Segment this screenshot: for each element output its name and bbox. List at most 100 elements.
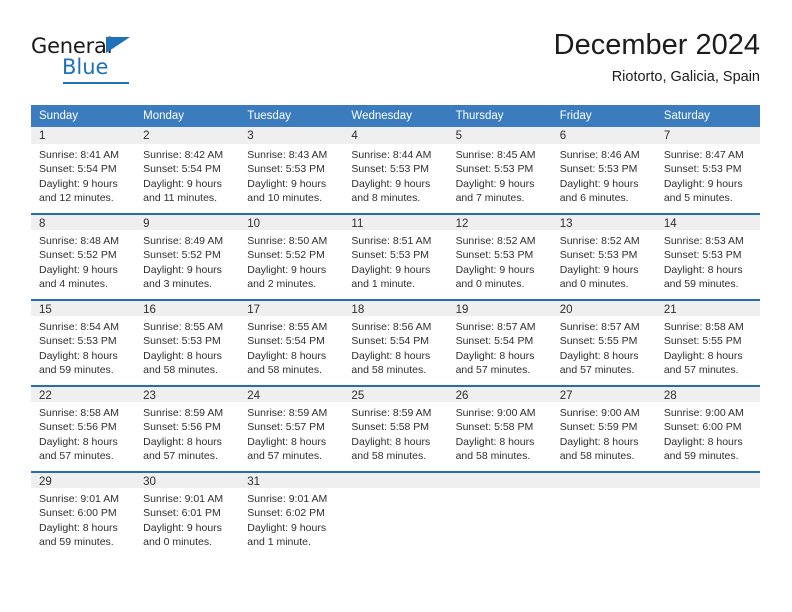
- sunset-text: Sunset: 5:54 PM: [247, 335, 325, 348]
- calendar-day-cell[interactable]: 31 Sunrise: 9:01 AM Sunset: 6:02 PM Dayligh…: [239, 471, 344, 557]
- daylight-text-line2: and 57 minutes.: [455, 363, 531, 376]
- calendar-day-cell[interactable]: 7 Sunrise: 8:47 AM Sunset: 5:53 PM Daylight…: [655, 127, 760, 213]
- calendar-day-cell[interactable]: 22 Sunrise: 8:58 AM Sunset: 5:56 PM Dayligh…: [31, 385, 136, 471]
- daylight-text-line1: Daylight: 8 hours: [247, 349, 327, 362]
- calendar-day-cell[interactable]: 1 Sunrise: 8:41 AM Sunset: 5:54 PM Daylight…: [31, 127, 136, 213]
- calendar-day-cell[interactable]: [343, 471, 448, 557]
- day-number: 10: [239, 213, 344, 230]
- sunset-text: Sunset: 5:53 PM: [351, 163, 430, 176]
- calendar-day-cell[interactable]: 11 Sunrise: 8:51 AM Sunset: 5:53 PM Dayligh…: [343, 213, 448, 299]
- sunrise-text: Sunrise: 8:47 AM: [663, 149, 744, 161]
- daylight-text-line1: Daylight: 9 hours: [559, 177, 639, 190]
- daylight-text-line2: and 58 minutes.: [351, 363, 427, 376]
- sunset-text: Sunset: 5:57 PM: [247, 421, 325, 434]
- calendar-day-cell[interactable]: 8 Sunrise: 8:48 AM Sunset: 5:52 PM Daylight…: [31, 213, 136, 299]
- sunrise-text: Sunrise: 8:41 AM: [39, 149, 119, 161]
- sunrise-text: Sunrise: 9:00 AM: [455, 407, 536, 419]
- triangle-icon: [106, 37, 130, 53]
- daylight-text-line2: and 57 minutes.: [663, 363, 739, 376]
- calendar-day-cell[interactable]: 3 Sunrise: 8:43 AM Sunset: 5:53 PM Daylight…: [239, 127, 344, 213]
- daylight-text-line1: Daylight: 8 hours: [663, 349, 743, 362]
- weekday-header-monday: Monday: [135, 105, 240, 127]
- calendar-day-cell[interactable]: [447, 471, 552, 557]
- calendar-day-cell[interactable]: 17 Sunrise: 8:55 AM Sunset: 5:54 PM Dayligh…: [239, 299, 344, 385]
- calendar-day-cell[interactable]: 18 Sunrise: 8:56 AM Sunset: 5:54 PM Dayligh…: [343, 299, 448, 385]
- calendar-day-cell[interactable]: 5 Sunrise: 8:45 AM Sunset: 5:53 PM Daylight…: [447, 127, 552, 213]
- sunrise-text: Sunrise: 9:00 AM: [559, 407, 640, 419]
- calendar-day-cell[interactable]: 26 Sunrise: 9:00 AM Sunset: 5:58 PM Dayligh…: [447, 385, 552, 471]
- calendar-day-cell[interactable]: 28 Sunrise: 9:00 AM Sunset: 6:00 PM Dayligh…: [655, 385, 760, 471]
- daylight-text-line1: Daylight: 8 hours: [455, 349, 535, 362]
- daylight-text-line1: Daylight: 9 hours: [39, 263, 118, 276]
- calendar-day-cell[interactable]: 6 Sunrise: 8:46 AM Sunset: 5:53 PM Daylight…: [551, 127, 656, 213]
- daylight-text-line1: Daylight: 9 hours: [455, 263, 535, 276]
- day-number: 5: [447, 127, 552, 144]
- day-cell-inner: 28 Sunrise: 9:00 AM Sunset: 6:00 PM Dayligh…: [655, 385, 760, 471]
- day-details: Sunrise: 8:59 AM Sunset: 5:58 PM Daylight:…: [343, 402, 447, 463]
- day-number: 1: [31, 127, 136, 144]
- calendar-day-cell[interactable]: 29 Sunrise: 9:01 AM Sunset: 6:00 PM Dayligh…: [31, 471, 136, 557]
- daylight-text-line2: and 1 minute.: [247, 535, 311, 548]
- calendar-day-cell[interactable]: [655, 471, 760, 557]
- day-cell-inner: 17 Sunrise: 8:55 AM Sunset: 5:54 PM Dayligh…: [239, 299, 344, 385]
- calendar-day-cell[interactable]: 30 Sunrise: 9:01 AM Sunset: 6:01 PM Dayligh…: [135, 471, 240, 557]
- calendar-day-cell[interactable]: 9 Sunrise: 8:49 AM Sunset: 5:52 PM Daylight…: [135, 213, 240, 299]
- daylight-text-line2: and 8 minutes.: [351, 191, 421, 204]
- calendar-day-cell[interactable]: 27 Sunrise: 9:00 AM Sunset: 5:59 PM Dayligh…: [551, 385, 656, 471]
- daylight-text-line1: Daylight: 8 hours: [39, 435, 118, 448]
- day-cell-inner: 13 Sunrise: 8:52 AM Sunset: 5:53 PM Dayligh…: [551, 213, 656, 299]
- calendar-day-cell[interactable]: 20 Sunrise: 8:57 AM Sunset: 5:55 PM Dayligh…: [551, 299, 656, 385]
- sunset-text: Sunset: 6:00 PM: [39, 507, 117, 520]
- calendar-day-cell[interactable]: 24 Sunrise: 8:59 AM Sunset: 5:57 PM Dayligh…: [239, 385, 344, 471]
- calendar-day-cell[interactable]: 10 Sunrise: 8:50 AM Sunset: 5:52 PM Dayligh…: [239, 213, 344, 299]
- sunrise-text: Sunrise: 8:59 AM: [143, 407, 224, 419]
- calendar-day-cell[interactable]: 16 Sunrise: 8:55 AM Sunset: 5:53 PM Dayligh…: [135, 299, 240, 385]
- logo-text-blue: Blue: [62, 55, 109, 79]
- calendar-day-cell[interactable]: 4 Sunrise: 8:44 AM Sunset: 5:53 PM Daylight…: [343, 127, 448, 213]
- calendar-day-cell[interactable]: 21 Sunrise: 8:58 AM Sunset: 5:55 PM Dayligh…: [655, 299, 760, 385]
- calendar-day-cell[interactable]: 14 Sunrise: 8:53 AM Sunset: 5:53 PM Dayligh…: [655, 213, 760, 299]
- daylight-text-line2: and 0 minutes.: [143, 535, 213, 548]
- day-number: 14: [655, 213, 760, 230]
- calendar-day-cell[interactable]: 13 Sunrise: 8:52 AM Sunset: 5:53 PM Dayligh…: [551, 213, 656, 299]
- calendar-day-cell[interactable]: 15 Sunrise: 8:54 AM Sunset: 5:53 PM Dayligh…: [31, 299, 136, 385]
- calendar-day-cell[interactable]: 2 Sunrise: 8:42 AM Sunset: 5:54 PM Daylight…: [135, 127, 240, 213]
- day-number: 11: [343, 213, 448, 230]
- day-details: Sunrise: 9:01 AM Sunset: 6:02 PM Daylight:…: [239, 488, 343, 549]
- day-cell-inner: 11 Sunrise: 8:51 AM Sunset: 5:53 PM Dayligh…: [343, 213, 448, 299]
- daylight-text-line2: and 58 minutes.: [143, 363, 218, 376]
- day-details: Sunrise: 8:45 AM Sunset: 5:53 PM Daylight:…: [448, 144, 552, 205]
- day-number: 23: [135, 385, 240, 402]
- daylight-text-line2: and 59 minutes.: [39, 535, 114, 548]
- sunrise-text: Sunrise: 8:42 AM: [143, 149, 224, 161]
- day-cell-inner: 10 Sunrise: 8:50 AM Sunset: 5:52 PM Dayligh…: [239, 213, 344, 299]
- daylight-text-line2: and 58 minutes.: [559, 449, 635, 462]
- sunset-text: Sunset: 5:52 PM: [247, 249, 325, 262]
- day-number: 24: [239, 385, 344, 402]
- sunset-text: Sunset: 5:52 PM: [39, 249, 117, 262]
- calendar-day-cell[interactable]: 23 Sunrise: 8:59 AM Sunset: 5:56 PM Dayligh…: [135, 385, 240, 471]
- day-number: 15: [31, 299, 136, 316]
- sunrise-text: Sunrise: 8:57 AM: [455, 321, 536, 333]
- day-number: 19: [447, 299, 552, 316]
- weekday-header-thursday: Thursday: [447, 105, 552, 127]
- calendar-day-cell[interactable]: 12 Sunrise: 8:52 AM Sunset: 5:53 PM Dayligh…: [447, 213, 552, 299]
- calendar-day-cell[interactable]: [551, 471, 656, 557]
- day-details: Sunrise: 8:49 AM Sunset: 5:52 PM Daylight:…: [135, 230, 239, 291]
- daylight-text-line1: Daylight: 8 hours: [559, 435, 639, 448]
- page-header: General Blue December 2024 Riotorto, Gal…: [31, 28, 760, 98]
- sunrise-text: Sunrise: 8:58 AM: [663, 321, 744, 333]
- day-number: [343, 471, 448, 488]
- calendar-day-cell[interactable]: 25 Sunrise: 8:59 AM Sunset: 5:58 PM Dayligh…: [343, 385, 448, 471]
- calendar-day-cell[interactable]: 19 Sunrise: 8:57 AM Sunset: 5:54 PM Dayligh…: [447, 299, 552, 385]
- weekday-header-wednesday: Wednesday: [343, 105, 448, 127]
- sunset-text: Sunset: 5:59 PM: [559, 421, 638, 434]
- sunset-text: Sunset: 5:53 PM: [559, 249, 638, 262]
- general-blue-logo[interactable]: General Blue: [31, 34, 231, 86]
- sunset-text: Sunset: 5:53 PM: [559, 163, 638, 176]
- daylight-text-line1: Daylight: 9 hours: [455, 177, 535, 190]
- day-details: Sunrise: 9:01 AM Sunset: 6:00 PM Daylight:…: [31, 488, 135, 549]
- daylight-text-line1: Daylight: 8 hours: [143, 349, 222, 362]
- sunrise-text: Sunrise: 9:01 AM: [39, 493, 119, 505]
- day-details: Sunrise: 8:53 AM Sunset: 5:53 PM Daylight:…: [656, 230, 760, 291]
